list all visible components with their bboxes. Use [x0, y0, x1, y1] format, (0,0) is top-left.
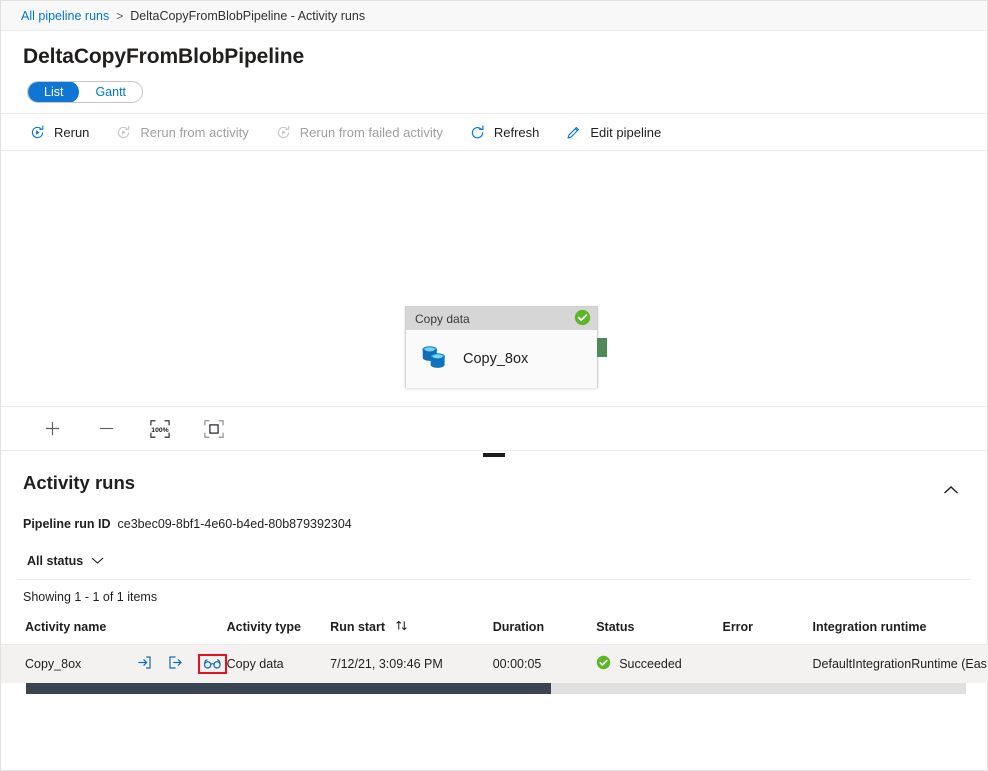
- rerun-from-failed-activity-icon: [275, 124, 292, 141]
- column-header-duration[interactable]: Duration: [493, 614, 597, 645]
- activity-runs-table: Activity name Activity type Run start: [1, 614, 988, 683]
- zoom-out-button[interactable]: [93, 416, 119, 442]
- column-header-error[interactable]: Error: [722, 614, 812, 645]
- column-header-integration-runtime[interactable]: Integration runtime: [813, 614, 988, 645]
- svg-text:100%: 100%: [151, 427, 168, 434]
- cell-status: Succeeded: [596, 645, 722, 684]
- activity-runs-page: All pipeline runs > DeltaCopyFromBlobPip…: [0, 0, 988, 771]
- view-toggle-gantt[interactable]: Gantt: [79, 81, 142, 103]
- rerun-from-activity-button[interactable]: Rerun from activity: [113, 116, 250, 148]
- breadcrumb: All pipeline runs > DeltaCopyFromBlobPip…: [1, 1, 987, 31]
- status-filter-dropdown[interactable]: All status: [27, 554, 104, 568]
- table-header-row: Activity name Activity type Run start: [1, 614, 988, 645]
- column-header-activity-name[interactable]: Activity name: [1, 614, 227, 645]
- cell-integration-runtime: DefaultIntegrationRuntime (Eas: [813, 645, 988, 684]
- pipeline-run-id-label: Pipeline run ID: [23, 517, 111, 531]
- success-check-icon: [574, 309, 591, 329]
- rerun-icon: [29, 124, 46, 141]
- breadcrumb-separator: >: [116, 9, 123, 23]
- column-header-run-start-label: Run start: [330, 620, 385, 634]
- page-title: DeltaCopyFromBlobPipeline: [1, 31, 987, 69]
- table-scrollbar-thumb[interactable]: [26, 683, 551, 694]
- refresh-label: Refresh: [494, 125, 540, 140]
- breadcrumb-current: DeltaCopyFromBlobPipeline - Activity run…: [130, 9, 365, 23]
- chevron-down-icon: [91, 554, 104, 568]
- splitter-handle[interactable]: [483, 453, 505, 457]
- activity-runs-title: Activity runs: [23, 472, 135, 494]
- activity-name-text: Copy_8ox: [25, 657, 136, 671]
- pipeline-run-id-value: ce3bec09-8bf1-4e60-b4ed-80b879392304: [118, 517, 352, 531]
- sort-arrows-icon: [395, 620, 408, 634]
- column-header-status[interactable]: Status: [596, 614, 722, 645]
- cell-error: [722, 645, 812, 684]
- refresh-icon: [469, 124, 486, 141]
- column-header-activity-type[interactable]: Activity type: [227, 614, 331, 645]
- canvas-zoom-bar: 100%: [1, 406, 987, 450]
- panel-splitter[interactable]: [1, 450, 987, 460]
- cell-run-start: 7/12/21, 3:09:46 PM: [330, 645, 493, 684]
- activity-runs-table-wrapper: Activity name Activity type Run start: [1, 614, 987, 683]
- fit-to-screen-button[interactable]: [201, 416, 227, 442]
- zoom-to-100-button[interactable]: 100%: [147, 416, 173, 442]
- zoom-in-button[interactable]: [39, 416, 65, 442]
- cell-activity-type: Copy data: [227, 645, 331, 684]
- pencil-icon: [565, 124, 582, 141]
- rerun-button[interactable]: Rerun: [27, 116, 91, 148]
- toolbar: Rerun Rerun from activity Rerun from: [1, 113, 987, 151]
- view-toggle-list[interactable]: List: [28, 81, 79, 103]
- edit-pipeline-button[interactable]: Edit pipeline: [563, 116, 663, 148]
- rerun-from-failed-activity-button[interactable]: Rerun from failed activity: [273, 116, 445, 148]
- row-action-icons: [136, 654, 227, 674]
- status-filter-row: All status: [17, 538, 971, 580]
- view-toggle[interactable]: List Gantt: [27, 81, 143, 103]
- table-horizontal-scrollbar[interactable]: [26, 683, 966, 694]
- rerun-label: Rerun: [54, 125, 89, 140]
- rerun-from-activity-icon: [115, 124, 132, 141]
- activity-runs-panel: Activity runs Pipeline run ID ce3bec09-8…: [1, 460, 987, 770]
- copy-data-icon: [420, 343, 450, 376]
- pipeline-run-id-row: Pipeline run ID ce3bec09-8bf1-4e60-b4ed-…: [1, 506, 987, 531]
- chevron-up-icon: [943, 482, 959, 499]
- pipeline-canvas[interactable]: Copy data: [1, 151, 987, 450]
- panel-empty-space: [1, 694, 987, 770]
- status-badge: Succeeded: [619, 657, 682, 671]
- activity-node-copy-data[interactable]: Copy data: [405, 306, 598, 388]
- activity-runs-collapse-button[interactable]: [937, 476, 965, 506]
- output-icon[interactable]: [167, 654, 184, 674]
- cell-activity-name: Copy_8ox: [1, 645, 227, 684]
- table-row[interactable]: Copy_8ox: [1, 645, 988, 684]
- refresh-button[interactable]: Refresh: [467, 116, 542, 148]
- activity-node-body: Copy_8ox: [406, 330, 597, 388]
- activity-node-output-port[interactable]: [597, 338, 607, 357]
- activity-runs-header: Activity runs: [1, 460, 987, 506]
- activity-node-type-label: Copy data: [415, 312, 470, 326]
- input-icon[interactable]: [136, 654, 153, 674]
- rerun-from-failed-activity-label: Rerun from failed activity: [300, 125, 443, 140]
- edit-pipeline-label: Edit pipeline: [590, 125, 661, 140]
- breadcrumb-all-pipeline-runs[interactable]: All pipeline runs: [21, 9, 109, 23]
- details-glasses-icon[interactable]: [203, 657, 222, 671]
- details-action-highlight: [198, 654, 227, 674]
- view-toggle-row: List Gantt: [1, 69, 987, 103]
- activity-node-header: Copy data: [406, 307, 597, 330]
- status-filter-label: All status: [27, 554, 83, 568]
- cell-duration: 00:00:05: [493, 645, 597, 684]
- status-success-icon: [596, 655, 611, 673]
- rerun-from-activity-label: Rerun from activity: [140, 125, 248, 140]
- column-header-run-start[interactable]: Run start: [330, 614, 493, 645]
- activity-node-name: Copy_8ox: [463, 351, 528, 367]
- showing-count: Showing 1 - 1 of 1 items: [1, 580, 987, 614]
